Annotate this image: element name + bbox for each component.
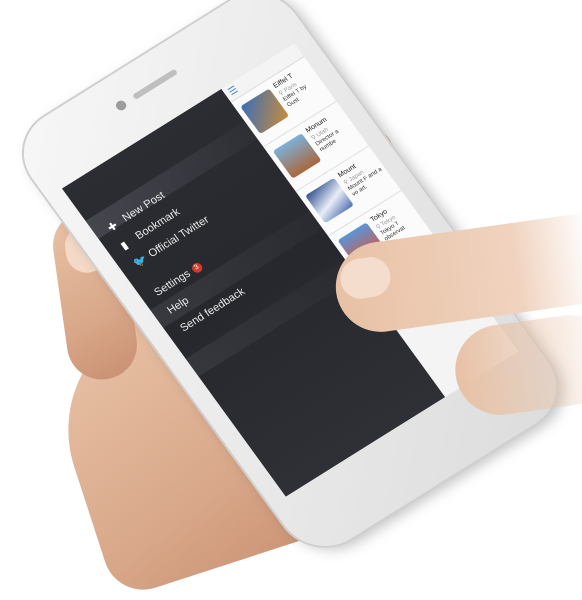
- hamburger-menu-icon[interactable]: ☰: [226, 84, 240, 98]
- camera: [113, 98, 129, 113]
- finger-nail: [337, 254, 393, 302]
- twitter-icon: 🐦: [131, 252, 150, 270]
- speaker: [132, 68, 179, 100]
- notification-badge: 3: [189, 261, 205, 275]
- bookmark-icon: ▮: [118, 239, 131, 253]
